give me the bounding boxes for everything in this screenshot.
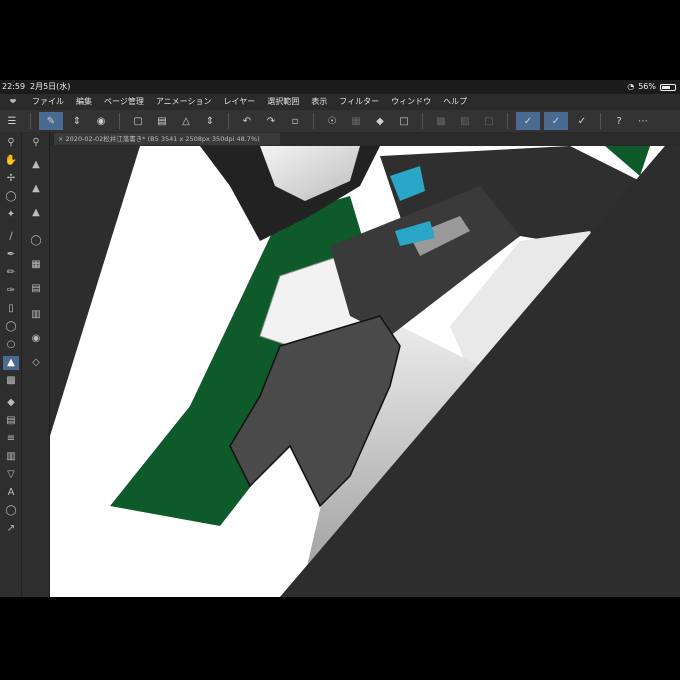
wifi-icon: ◔ <box>627 82 635 91</box>
navigator-icon[interactable]: ⚲ <box>28 136 44 150</box>
crop-icon[interactable]: □ <box>394 112 414 130</box>
stack-icon[interactable]: ◉ <box>28 332 44 346</box>
status-time: 22:59 <box>2 82 26 91</box>
pen-icon[interactable]: ✒ <box>3 248 19 262</box>
snap-icon[interactable]: ✓ <box>516 112 540 130</box>
divider <box>228 113 229 129</box>
blend-icon[interactable]: ○ <box>3 338 19 352</box>
menu-animation[interactable]: アニメーション <box>150 94 218 110</box>
menu-view[interactable]: 表示 <box>305 94 333 110</box>
brush-icon[interactable]: ✑ <box>3 284 19 298</box>
open-folder-icon[interactable]: ▤ <box>152 112 172 130</box>
selection-icon[interactable]: □ <box>479 112 499 130</box>
correction-icon[interactable]: ▽ <box>3 468 19 482</box>
balloon-icon[interactable]: ◯ <box>3 504 19 518</box>
layers-stack-icon[interactable]: ◇ <box>28 356 44 370</box>
snap-ruler-icon[interactable]: ✓ <box>544 112 568 130</box>
info-icon[interactable]: ▤ <box>28 282 44 296</box>
transform-icon[interactable]: ▦ <box>346 112 366 130</box>
menu-filter[interactable]: フィルター <box>333 94 385 110</box>
battery-percent: 56% <box>638 82 656 91</box>
save-icon[interactable]: △ <box>176 112 196 130</box>
battery-icon <box>660 83 676 91</box>
eraser-icon[interactable]: ▯ <box>3 302 19 316</box>
deselect-icon[interactable]: ▩ <box>431 112 451 130</box>
hand-icon[interactable]: ✋ <box>3 154 19 168</box>
menu-bar: ❤ ファイル 編集 ページ管理 アニメーション レイヤー 選択範囲 表示 フィル… <box>0 94 680 110</box>
figure-icon[interactable]: ◆ <box>3 396 19 410</box>
stepper-icon[interactable]: ⇕ <box>67 112 87 130</box>
divider <box>600 113 601 129</box>
tool-palette: ⚲ ✋ ✢ ◯ ✦ ∕ ✒ ✏ ✑ ▯ ◯ ○ ▲ ▩ ◆ ▤ ≡ ▥ ▽ A … <box>0 132 22 597</box>
hamburger-icon[interactable]: ☰ <box>2 112 22 130</box>
letterbox-bottom <box>0 597 680 680</box>
ios-status-bar: 22:59 2月5日(水) ◔ 56% <box>0 80 680 94</box>
material-icon[interactable]: ▦ <box>28 258 44 272</box>
sub-tool-palette: ⚲ ▲ ▲ ▲ ◯ ▦ ▤ ▥ ◉ ◇ <box>22 132 50 597</box>
fill-icon[interactable]: ▲ <box>3 356 19 370</box>
help-icon[interactable]: ? <box>609 112 629 130</box>
zoom-icon[interactable]: ⚲ <box>3 136 19 150</box>
edit-mode-icon[interactable]: ✎ <box>39 112 63 130</box>
stepper-icon[interactable]: ⇕ <box>200 112 220 130</box>
menu-window[interactable]: ウィンドウ <box>385 94 437 110</box>
layer-icon[interactable]: ◯ <box>28 234 44 248</box>
move-icon[interactable]: ✢ <box>3 172 19 186</box>
ruler-layer-icon[interactable]: ▥ <box>3 450 19 464</box>
divider <box>507 113 508 129</box>
new-document-icon[interactable]: ▢ <box>128 112 148 130</box>
menu-file[interactable]: ファイル <box>26 94 70 110</box>
menu-page[interactable]: ページ管理 <box>98 94 150 110</box>
eyedropper-icon[interactable]: ∕ <box>3 230 19 244</box>
snap-grid-icon[interactable]: ✓ <box>572 112 592 130</box>
more-icon[interactable]: ⋯ <box>633 112 653 130</box>
menu-layer[interactable]: レイヤー <box>218 94 262 110</box>
undo-icon[interactable]: ↶ <box>237 112 257 130</box>
lasso-icon[interactable]: ◯ <box>3 190 19 204</box>
status-date: 2月5日(水) <box>30 82 71 91</box>
artwork <box>50 146 680 597</box>
text-icon[interactable]: A <box>3 486 19 500</box>
document-title: 2020-02-02松井江落書き* (B5 3541 x 2508px 350d… <box>65 135 260 143</box>
close-tab-icon[interactable]: × <box>58 135 63 143</box>
layer-property-icon[interactable]: ▥ <box>28 308 44 322</box>
status-right: ◔ 56% <box>627 80 676 94</box>
command-bar: ☰ ✎ ⇕ ◉ ▢ ▤ △ ⇕ ↶ ↷ ▫ ☉ ▦ ◆ □ ▩ ▨ □ ✓ ✓ … <box>0 110 680 132</box>
loading-icon[interactable]: ☉ <box>322 112 342 130</box>
menu-help[interactable]: ヘルプ <box>437 94 473 110</box>
divider <box>30 113 31 129</box>
app-screen: 22:59 2月5日(水) ◔ 56% ❤ ファイル 編集 ページ管理 アニメー… <box>0 80 680 597</box>
divider <box>119 113 120 129</box>
fill-icon[interactable]: ◆ <box>370 112 390 130</box>
document-tab[interactable]: × 2020-02-02松井江落書き* (B5 3541 x 2508px 35… <box>54 133 280 145</box>
camera-icon[interactable]: ◉ <box>91 112 111 130</box>
magic-wand-icon[interactable]: ✦ <box>3 208 19 222</box>
fill-enclose-icon[interactable]: ▲ <box>28 206 44 220</box>
gradient-icon[interactable]: ▩ <box>3 374 19 388</box>
pencil-icon[interactable]: ✏ <box>3 266 19 280</box>
menu-selection[interactable]: 選択範囲 <box>261 94 305 110</box>
redo-icon[interactable]: ↷ <box>261 112 281 130</box>
frame-icon[interactable]: ▤ <box>3 414 19 428</box>
fill-bucket-icon[interactable]: ▲ <box>28 158 44 172</box>
app-logo-icon[interactable]: ❤ <box>0 94 26 110</box>
invert-selection-icon[interactable]: ▨ <box>455 112 475 130</box>
divider <box>313 113 314 129</box>
divider <box>422 113 423 129</box>
letterbox-top <box>0 0 680 80</box>
line-correction-icon[interactable]: ↗ <box>3 522 19 536</box>
clear-icon[interactable]: ▫ <box>285 112 305 130</box>
fill-drop-icon[interactable]: ▲ <box>28 182 44 196</box>
decoration-icon[interactable]: ◯ <box>3 320 19 334</box>
menu-edit[interactable]: 編集 <box>70 94 98 110</box>
ruler-icon[interactable]: ≡ <box>3 432 19 446</box>
drawing-canvas[interactable] <box>50 146 680 597</box>
